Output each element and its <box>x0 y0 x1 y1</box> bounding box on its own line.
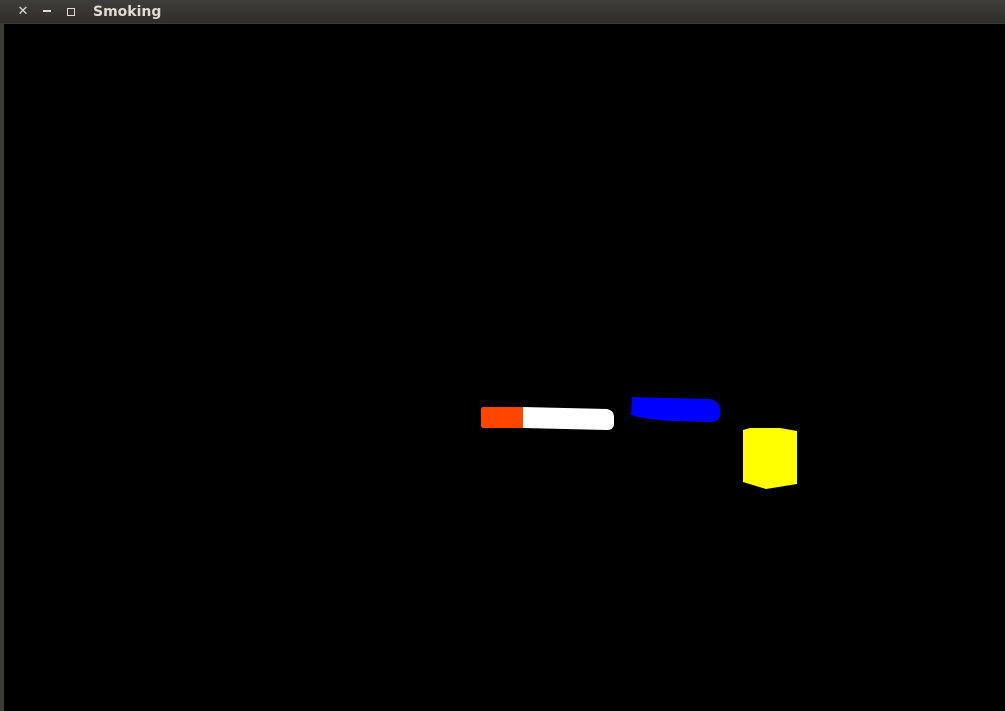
scene-svg <box>481 397 797 489</box>
cigarette-body <box>523 407 614 430</box>
title-bar[interactable]: ✕ Smoking <box>0 0 1005 23</box>
maximize-button[interactable] <box>59 0 83 23</box>
window-title: Smoking <box>93 3 162 20</box>
maximize-icon <box>67 7 75 16</box>
close-button[interactable]: ✕ <box>11 0 35 23</box>
app-window: ✕ Smoking <box>0 0 1005 711</box>
minimize-button[interactable] <box>35 0 59 23</box>
close-icon: ✕ <box>17 4 29 19</box>
cigarette-tip <box>481 407 523 428</box>
minimize-icon <box>43 9 51 12</box>
render-canvas[interactable] <box>4 24 1005 711</box>
yellow-object <box>743 428 797 489</box>
blue-object <box>631 397 720 422</box>
